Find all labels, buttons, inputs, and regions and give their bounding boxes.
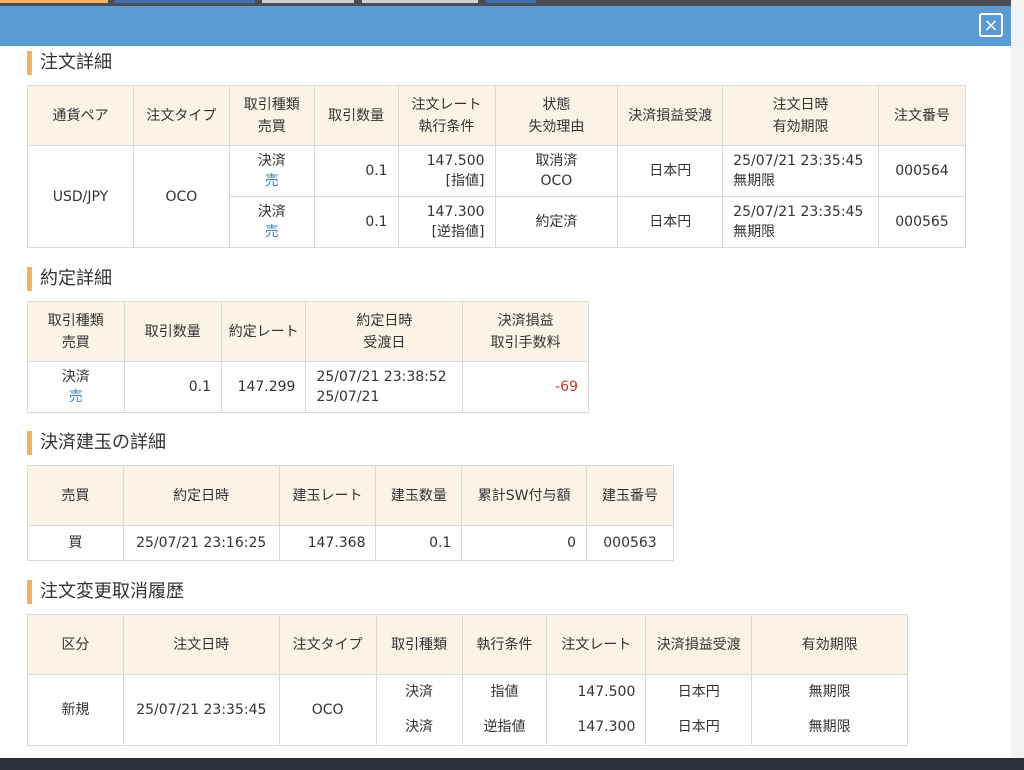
header-qty: 取引数量 — [313, 85, 399, 146]
background-tab-strip — [0, 0, 108, 3]
pair-cell: USD/JPY — [27, 145, 134, 248]
status-cell: 取消済 OCO — [494, 145, 619, 197]
rate-cond-cell: 147.500 [指値] — [397, 145, 496, 197]
rate-cond-cell: 147.300 [逆指値] — [397, 196, 496, 248]
header-exec-datetime: 約定日時 受渡日 — [305, 301, 464, 362]
header-exec-datetime: 約定日時 — [122, 465, 280, 526]
datetime-cell: 25/07/21 23:35:45 無期限 — [722, 196, 879, 248]
header-qty: 取引数量 — [123, 301, 223, 362]
header-currency: 決済損益受渡 — [645, 614, 753, 675]
table-header-row: 売買 約定日時 建玉レート 建玉数量 累計SW付与額 建玉番号 — [27, 465, 674, 526]
order-no-cell: 000565 — [877, 196, 967, 248]
exec-datetime-cell: 25/07/21 23:38:52 25/07/21 — [305, 361, 464, 413]
order-detail-table: 通貨ペア 注文タイプ 取引種類 売買 取引数量 注文レート 執行条件 状態 失効理由 … — [27, 85, 967, 248]
exec-detail-table: 取引種類 売買 取引数量 約定レート 約定日時 受渡日 決済損益 取引手数料 決済売 … — [27, 301, 589, 413]
header-kind-side: 取引種類 売買 — [228, 85, 315, 146]
table-row: 決済売 0.1 147.299 25/07/21 23:38:52 25/07/2… — [27, 361, 589, 413]
exec-datetime-cell: 25/07/21 23:16:25 — [122, 525, 280, 561]
datetime-cell: 25/07/21 23:35:45 無期限 — [722, 145, 879, 197]
history-table: 区分 注文日時 注文タイプ 取引種類 執行条件 注文レート 決済損益受渡 有効期… — [27, 614, 908, 746]
qty-cell: 0.1 — [313, 196, 399, 248]
modal-header: × — [0, 6, 1011, 46]
close-icon[interactable]: × — [979, 13, 1003, 37]
currency-cell: 日本円 — [617, 196, 724, 248]
section-title-position-detail: 決済建玉の詳細 — [27, 431, 166, 455]
exec-rate-cell: 147.299 — [221, 361, 307, 413]
header-exec-rate: 約定レート — [221, 301, 307, 362]
background-tab-strip — [262, 0, 354, 3]
kind-side-cell: 決済売 — [27, 361, 125, 413]
header-category: 区分 — [27, 614, 124, 675]
position-detail-table: 売買 約定日時 建玉レート 建玉数量 累計SW付与額 建玉番号 買 25/07/… — [27, 465, 674, 561]
header-order-type: 注文タイプ — [132, 85, 230, 146]
qty-cell: 0.1 — [313, 145, 399, 197]
header-rate-cond: 注文レート 執行条件 — [397, 85, 496, 146]
category-cell: 新規 — [27, 674, 124, 746]
section-title-order-detail: 注文詳細 — [27, 51, 112, 75]
header-order-rate: 注文レート — [546, 614, 647, 675]
table-header-row: 取引種類 売買 取引数量 約定レート 約定日時 受渡日 決済損益 取引手数料 — [27, 301, 589, 362]
order-rate-cell: 147.500 147.300 — [546, 674, 647, 746]
position-no-cell: 000563 — [586, 525, 674, 561]
header-currency: 決済損益受渡 — [617, 85, 724, 146]
section-title-exec-detail: 約定詳細 — [27, 267, 112, 291]
order-no-cell: 000564 — [877, 145, 967, 197]
section-title-history: 注文変更取消履歴 — [27, 580, 184, 604]
header-expiry: 有効期限 — [751, 614, 908, 675]
kind-cell: 決済 決済 — [375, 674, 463, 746]
kind-side-cell: 決済売 — [228, 196, 315, 248]
qty-cell: 0.1 — [123, 361, 223, 413]
side-cell: 買 — [27, 525, 124, 561]
header-pnl-fee: 決済損益 取引手数料 — [462, 301, 589, 362]
order-type-cell: OCO — [132, 145, 230, 248]
expiry-cell: 無期限 無期限 — [751, 674, 908, 746]
header-cond: 執行条件 — [461, 614, 548, 675]
header-kind-side: 取引種類 売買 — [27, 301, 125, 362]
background-tab-strip — [115, 0, 255, 3]
header-pair: 通貨ペア — [27, 85, 134, 146]
swap-cell: 0 — [461, 525, 587, 561]
position-rate-cell: 147.368 — [278, 525, 377, 561]
background-page-edge — [1011, 0, 1024, 770]
header-order-datetime: 注文日時 — [122, 614, 280, 675]
header-swap: 累計SW付与額 — [461, 465, 587, 526]
currency-cell: 日本円 日本円 — [645, 674, 753, 746]
cond-cell: 指値 逆指値 — [461, 674, 548, 746]
header-order-type: 注文タイプ — [278, 614, 377, 675]
header-status: 状態 失効理由 — [494, 85, 619, 146]
status-cell: 約定済 — [494, 196, 619, 248]
header-position-no: 建玉番号 — [586, 465, 674, 526]
table-header-row: 通貨ペア 注文タイプ 取引種類 売買 取引数量 注文レート 執行条件 状態 失効理由 … — [27, 85, 967, 146]
table-row: 新規 25/07/21 23:35:45 OCO 決済 決済 指値 逆指値 147.… — [27, 674, 908, 746]
header-datetime: 注文日時 有効期限 — [722, 85, 879, 146]
header-position-rate: 建玉レート — [278, 465, 377, 526]
order-detail-modal: × 注文詳細 通貨ペア 注文タイプ 取引種類 売買 取引数量 注文レート 執行条件 … — [0, 6, 1011, 758]
table-row: 買 25/07/21 23:16:25 147.368 0.1 0 000563 — [27, 525, 674, 561]
table-header-row: 区分 注文日時 注文タイプ 取引種類 執行条件 注文レート 決済損益受渡 有効期… — [27, 614, 908, 675]
kind-side-cell: 決済売 — [228, 145, 315, 197]
background-tab-strip — [362, 0, 478, 3]
table-row: USD/JPY OCO 決済売 0.1 147.500 [指値] 取消済 OCO 日… — [27, 145, 967, 248]
order-type-cell: OCO — [278, 674, 377, 746]
order-datetime-cell: 25/07/21 23:35:45 — [122, 674, 280, 746]
header-position-qty: 建玉数量 — [375, 465, 463, 526]
header-side: 売買 — [27, 465, 124, 526]
position-qty-cell: 0.1 — [375, 525, 463, 561]
currency-cell: 日本円 — [617, 145, 724, 197]
background-page-bottom — [0, 758, 1024, 770]
header-kind: 取引種類 — [375, 614, 463, 675]
header-order-no: 注文番号 — [877, 85, 967, 146]
background-tab-strip — [486, 0, 536, 3]
pnl-fee-cell: -69 — [462, 361, 589, 413]
